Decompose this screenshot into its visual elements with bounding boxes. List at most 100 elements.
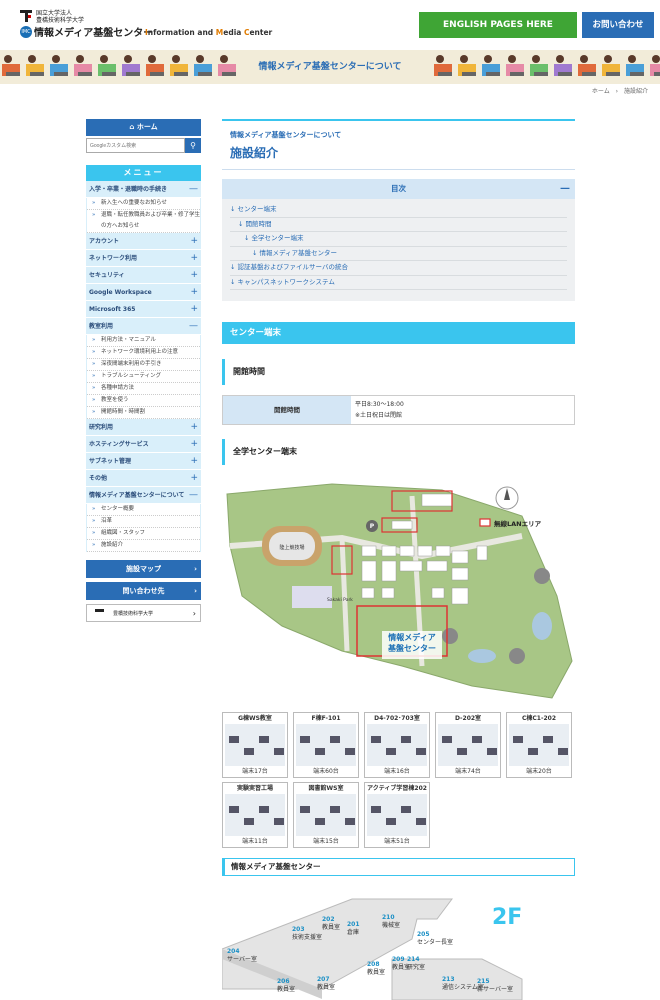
campus-map[interactable]: 陸上競技場 P 無線LANエリア 情報メディア 基盤センター Sakaki Pa…: [222, 476, 575, 701]
map-building: [451, 567, 469, 581]
floor-room[interactable]: 205センター長室: [417, 931, 453, 946]
sidebar-category[interactable]: 教室利用 —: [86, 318, 201, 335]
toc-item[interactable]: ↓ キャンパスネットワークシステム: [230, 276, 567, 290]
svg-text:教員室: 教員室: [322, 923, 340, 931]
breadcrumb-home[interactable]: ホーム: [592, 88, 610, 95]
site-header: 国立大学法人 豊橋技術科学大学 IMC 情報メディア基盤センター Informat…: [0, 0, 660, 48]
center-callout: 情報メディア: [387, 632, 435, 642]
toc-item[interactable]: ↓ 認証基盤およびファイルサーバの統合: [230, 261, 567, 276]
sidebar-subitem[interactable]: 組織図・スタッフ: [87, 528, 200, 540]
toc-item[interactable]: ↓ 情報メディア基盤センター: [230, 247, 567, 261]
search-input[interactable]: [86, 138, 185, 153]
room-card[interactable]: G棟WS教室 端末17台: [222, 712, 288, 778]
room-card[interactable]: アクティブ学習棟202 端末51台: [364, 782, 430, 848]
sidebar-category[interactable]: サブネット管理 +: [86, 453, 201, 470]
sidebar-category[interactable]: その他 +: [86, 470, 201, 487]
sidebar-subitem[interactable]: 沿革: [87, 516, 200, 528]
sidebar-category[interactable]: 入学・卒業・退職時の手続き —: [86, 181, 201, 198]
svg-text:206: 206: [277, 978, 290, 985]
map-building: [451, 550, 469, 564]
plus-icon[interactable]: +: [190, 284, 198, 301]
sidebar-category[interactable]: 情報メディア基盤センターについて —: [86, 487, 201, 504]
page-header: 情報メディア基盤センターについて 施設紹介: [222, 119, 575, 170]
sidebar-category[interactable]: 研究利用 +: [86, 419, 201, 436]
campus-map-button[interactable]: 施設マップ ›: [86, 560, 201, 578]
sidebar-subitem[interactable]: 深夜間端末利用の手引き: [87, 359, 200, 371]
sidebar-home-button[interactable]: ⌂ ホーム: [86, 119, 201, 136]
sidebar-category[interactable]: ネットワーク利用 +: [86, 250, 201, 267]
svg-text:215: 215: [477, 978, 490, 985]
site-name-en[interactable]: Information and Media Center: [145, 28, 272, 37]
sidebar-subitem[interactable]: 退職・転任教職員および卒業・修了学生の方へお知らせ: [87, 210, 200, 233]
search-icon[interactable]: ⚲: [185, 138, 201, 153]
sidebar-contact-button[interactable]: 問い合わせ先 ›: [86, 582, 201, 600]
floor-plan-2f[interactable]: 2F 204サーバー室203技術支援室202教員室 201倉庫210機械室205セ…: [222, 889, 575, 1000]
plus-icon[interactable]: +: [190, 470, 198, 487]
chevron-right-icon: ›: [194, 587, 197, 595]
plus-icon[interactable]: +: [190, 436, 198, 453]
sidebar-category[interactable]: Google Workspace +: [86, 284, 201, 301]
sidebar-subitem[interactable]: ネットワーク環境利用上の注意: [87, 347, 200, 359]
room-card[interactable]: C棟C1-202 端末20台: [506, 712, 572, 778]
room-photo: [225, 794, 285, 836]
map-building: [431, 587, 445, 599]
svg-text:機械室: 機械室: [382, 921, 400, 929]
sidebar-subitem[interactable]: トラブルシューティング: [87, 371, 200, 383]
toc-header[interactable]: 目次 —: [222, 179, 575, 199]
toc-item[interactable]: ↓ 全学センター端末: [230, 232, 567, 247]
site-name-jp[interactable]: 情報メディア基盤センター: [34, 24, 153, 39]
toc-item[interactable]: ↓ センター端末: [230, 203, 567, 218]
arrow-down-icon: ↓: [230, 205, 238, 213]
minus-icon[interactable]: —: [189, 318, 198, 335]
section-center-heading: 情報メディア基盤センター: [222, 858, 575, 876]
sidebar-subitem[interactable]: 施設紹介: [87, 540, 200, 552]
room-photo: [225, 724, 285, 766]
plus-icon[interactable]: +: [190, 233, 198, 250]
sidebar-subitem[interactable]: センター概要: [87, 504, 200, 516]
floor-room[interactable]: 214研究室: [407, 956, 425, 971]
sidebar-subitem[interactable]: 新入生への重要なお知らせ: [87, 198, 200, 210]
room-terminal-count: 端末17台: [242, 768, 268, 775]
sidebar-category[interactable]: Microsoft 365 +: [86, 301, 201, 318]
collapse-icon[interactable]: —: [560, 179, 570, 199]
svg-text:210: 210: [382, 914, 395, 921]
sidebar-submenu: センター概要沿革組織図・スタッフ施設紹介: [86, 504, 201, 552]
contact-button[interactable]: お問い合わせ: [582, 12, 654, 38]
english-pages-button[interactable]: ENGLISH PAGES HERE: [419, 12, 577, 38]
room-card[interactable]: D4-702･703室 端末16台: [364, 712, 430, 778]
room-card[interactable]: D-202室 端末74台: [435, 712, 501, 778]
sidebar-subitem[interactable]: 利用方法・マニュアル: [87, 335, 200, 347]
svg-text:P: P: [370, 523, 375, 530]
toc-item[interactable]: ↓ 開館時間: [230, 218, 567, 232]
chevron-right-icon: ›: [192, 609, 196, 618]
sidebar-subitem[interactable]: 各種申請方法: [87, 383, 200, 395]
plus-icon[interactable]: +: [190, 267, 198, 284]
minus-icon[interactable]: —: [189, 487, 198, 504]
room-card[interactable]: F棟F-101 端末60台: [293, 712, 359, 778]
sidebar-subitem[interactable]: 教室を使う: [87, 395, 200, 407]
svg-text:205: 205: [417, 931, 430, 938]
svg-text:208: 208: [367, 961, 380, 968]
university-logo-icon[interactable]: [20, 10, 32, 22]
map-building: [361, 560, 377, 582]
plus-icon[interactable]: +: [190, 250, 198, 267]
sidebar-category[interactable]: アカウント +: [86, 233, 201, 250]
sidebar-subitem[interactable]: 開館時間・時間割: [87, 407, 200, 419]
floor-room[interactable]: 208教員室: [367, 961, 385, 976]
room-photo: [438, 724, 498, 766]
plus-icon[interactable]: +: [190, 419, 198, 436]
room-card[interactable]: 図書館WS室 端末15台: [293, 782, 359, 848]
plus-icon[interactable]: +: [190, 453, 198, 470]
sidebar-category[interactable]: ホスティングサービス +: [86, 436, 201, 453]
section-hours-heading: 開館時間: [222, 359, 575, 385]
map-building: [381, 587, 395, 599]
sidebar-category[interactable]: セキュリティ +: [86, 267, 201, 284]
minus-icon[interactable]: —: [189, 181, 198, 198]
university-banner-link[interactable]: 豊橋技術科学大学 ›: [86, 604, 201, 622]
plus-icon[interactable]: +: [190, 301, 198, 318]
svg-text:研究室: 研究室: [407, 963, 425, 971]
floor-room[interactable]: 201倉庫: [347, 921, 360, 936]
room-card[interactable]: 実験実習工場 端末11台: [222, 782, 288, 848]
room-terminal-count: 端末11台: [242, 838, 268, 845]
page-subtitle: 情報メディア基盤センターについて: [230, 131, 342, 139]
